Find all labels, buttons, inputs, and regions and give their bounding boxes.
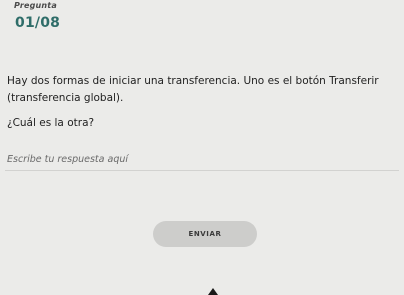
question-counter: 01/08: [15, 15, 61, 31]
question-label: Pregunta: [14, 1, 57, 10]
answer-input[interactable]: [5, 148, 399, 171]
question-text: Hay dos formas de iniciar una transferen…: [7, 75, 379, 104]
question-prompt: ¿Cuál es la otra?: [7, 117, 95, 129]
mouse-cursor-icon: [208, 288, 218, 295]
submit-button[interactable]: ENVIAR: [153, 221, 257, 247]
